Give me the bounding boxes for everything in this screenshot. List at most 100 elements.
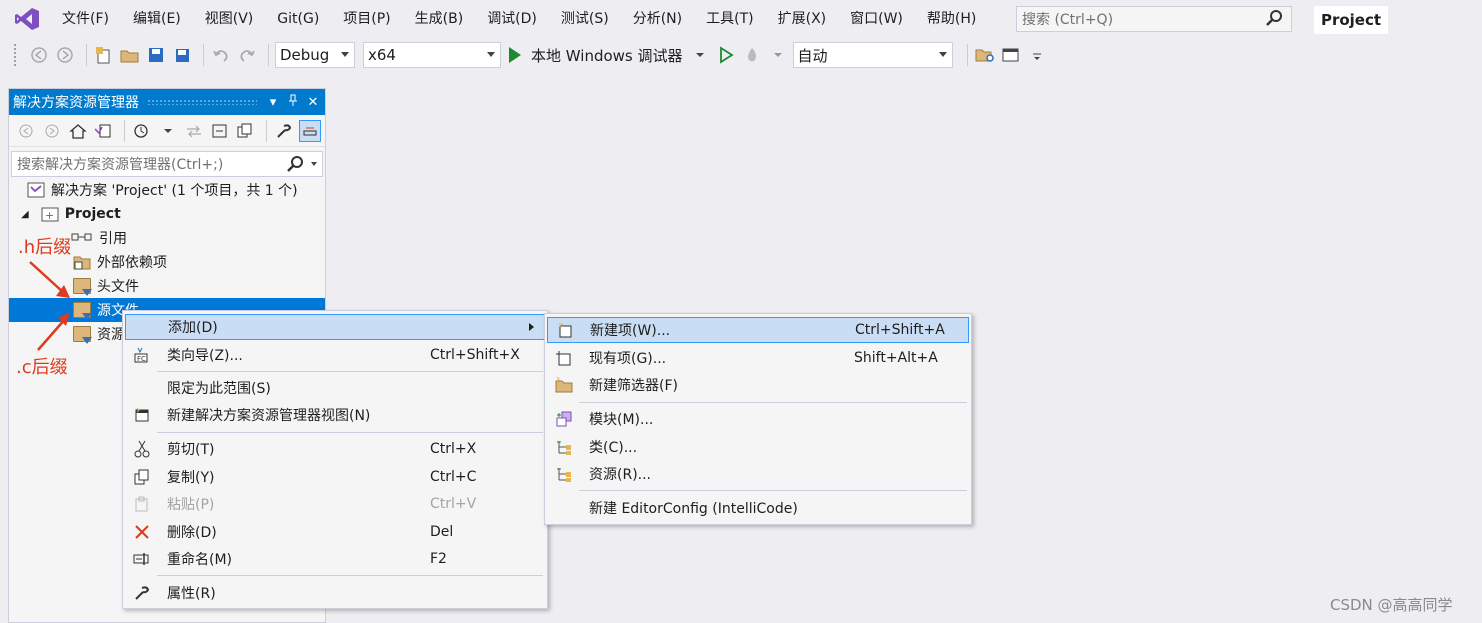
menu-item-delete[interactable]: 删除(D) Del [125,519,545,545]
forward-icon[interactable] [41,120,63,142]
save-all-icon[interactable] [171,44,193,66]
menu-item-shortcut: Ctrl+Shift+A [855,322,945,338]
submenu-arrow-icon [529,323,534,331]
menu-item-class-wizard[interactable]: FC 类向导(Z)... Ctrl+Shift+X [125,342,545,368]
menu-analyze[interactable]: 分析(N) [621,4,694,34]
show-all-files-icon[interactable] [234,120,256,142]
save-icon[interactable] [145,44,167,66]
properties-wrench-icon[interactable] [273,120,295,142]
menu-item-label: 新建项(W)... [590,323,671,339]
menu-item-paste: 粘贴(P) Ctrl+V [125,491,545,517]
menu-item-add[interactable]: 添加(D) [125,314,545,340]
search-icon[interactable] [286,155,304,177]
chevron-down-icon[interactable] [311,162,317,166]
tree-item-project[interactable]: ◢ + Project [9,202,325,226]
menu-item-existing-item[interactable]: 现有项(G)... Shift+Alt+A [547,345,969,371]
menu-item-rename[interactable]: 重命名(M) F2 [125,546,545,572]
new-filter-folder-icon [555,376,573,394]
visual-studio-logo-icon[interactable] [12,6,42,32]
class-wizard-icon: FC [133,346,151,364]
tree-item-header-files[interactable]: 头文件 [9,274,325,298]
search-icon[interactable] [1265,9,1283,31]
platform-select[interactable]: x64 [363,42,501,68]
menu-test[interactable]: 测试(S) [549,4,621,34]
menu-item-label: 新建解决方案资源管理器视图(N) [167,408,371,424]
global-search-input[interactable]: 搜索 (Ctrl+Q) [1016,6,1292,32]
switch-views-icon[interactable] [92,120,114,142]
tree-item-solution[interactable]: 解决方案 'Project' (1 个项目，共 1 个) [9,178,325,202]
window-layout-icon[interactable] [1000,44,1022,66]
menu-item-label: 复制(Y) [167,470,215,486]
play-icon [509,47,521,63]
chevron-down-icon [341,52,349,57]
expand-triangle-icon[interactable]: ◢ [21,209,29,220]
dropdown-chevron-icon[interactable] [157,120,179,142]
annotation-h-suffix: .h后缀 [18,237,72,258]
back-icon[interactable] [15,120,37,142]
undo-icon[interactable] [210,44,232,66]
close-icon[interactable]: ✕ [305,95,321,110]
menu-debug[interactable]: 调试(D) [475,4,549,34]
menu-window[interactable]: 窗口(W) [838,4,915,34]
solution-explorer-title: 解决方案资源管理器 [13,95,139,111]
menu-item-properties[interactable]: 属性(R) [125,580,545,606]
menu-git[interactable]: Git(G) [265,4,331,34]
menu-view[interactable]: 视图(V) [193,4,266,34]
menu-item-scope-to-this[interactable]: 限定为此范围(S) [125,375,545,401]
pending-changes-filter-icon[interactable] [131,120,153,142]
menu-item-label: 新建 EditorConfig (IntelliCode) [589,501,798,517]
menu-help[interactable]: 帮助(H) [915,4,988,34]
chevron-down-icon [938,52,947,57]
menu-item-new-item[interactable]: 新建项(W)... Ctrl+Shift+A [547,317,969,343]
menu-item-class[interactable]: 类(C)... [547,434,969,460]
menu-item-new-solution-explorer-view[interactable]: 新建解决方案资源管理器视图(N) [125,402,545,428]
navigate-back-icon[interactable] [28,44,50,66]
collapse-all-icon[interactable] [209,120,231,142]
window-position-dropdown-icon[interactable]: ▾ [265,95,281,110]
filter-folder-icon [73,302,92,320]
external-dependencies-icon [73,254,91,270]
menu-item-new-editorconfig[interactable]: 新建 EditorConfig (IntelliCode) [547,495,969,521]
menu-build[interactable]: 生成(B) [403,4,476,34]
menu-item-new-filter[interactable]: 新建筛选器(F) [547,372,969,398]
preview-selected-items-icon[interactable] [299,119,321,142]
resource-icon [555,465,573,483]
rename-icon [133,550,151,568]
menu-item-label: 限定为此范围(S) [167,381,271,397]
start-debugging-button[interactable]: 本地 Windows 调试器 [509,45,683,66]
menu-item-resource[interactable]: 资源(R)... [547,461,969,487]
start-without-debugging-icon[interactable] [715,44,737,66]
dropdown-chevron-icon[interactable] [689,44,711,66]
toolbar-grip[interactable] [14,44,20,66]
title-grip [147,99,257,105]
add-submenu: 新建项(W)... Ctrl+Shift+A 现有项(G)... Shift+A… [544,313,972,525]
menu-edit[interactable]: 编辑(E) [121,4,193,34]
toolbar-overflow-icon[interactable] [1026,44,1048,66]
configuration-select[interactable]: Debug [275,42,355,68]
menu-item-label: 剪切(T) [167,442,215,458]
hot-reload-icon[interactable] [741,44,763,66]
copy-icon [133,468,151,486]
find-in-files-icon[interactable] [974,44,996,66]
solution-explorer-search-input[interactable]: 搜索解决方案资源管理器(Ctrl+;) [11,151,323,177]
menu-project[interactable]: 项目(P) [331,4,402,34]
menu-item-module[interactable]: 模块(M)... [547,406,969,432]
auto-select[interactable]: 自动 [792,42,953,68]
solution-explorer-title-bar[interactable]: 解决方案资源管理器 ▾ ✕ [9,89,325,115]
redo-icon[interactable] [236,44,258,66]
sync-with-active-document-icon[interactable] [183,120,205,142]
menu-file[interactable]: 文件(F) [50,4,121,34]
menu-extensions[interactable]: 扩展(X) [766,4,839,34]
new-view-icon [133,406,151,424]
home-icon[interactable] [67,120,89,142]
new-project-icon[interactable] [93,44,115,66]
open-file-icon[interactable] [119,44,141,66]
toolbar-separator [86,44,87,66]
menu-item-cut[interactable]: 剪切(T) Ctrl+X [125,436,545,462]
dropdown-chevron-icon[interactable] [767,44,789,66]
navigate-forward-icon[interactable] [54,44,76,66]
menu-item-copy[interactable]: 复制(Y) Ctrl+C [125,464,545,490]
pin-icon[interactable] [285,94,301,110]
menu-tools[interactable]: 工具(T) [694,4,765,34]
menu-separator [157,432,543,433]
